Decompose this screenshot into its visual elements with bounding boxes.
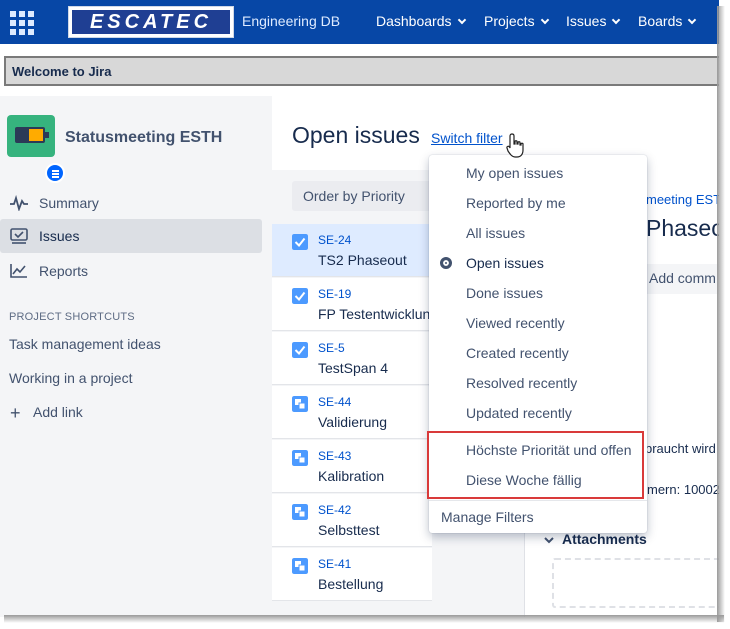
- issue-summary: Validierung: [318, 414, 388, 430]
- chart-icon: [10, 264, 27, 278]
- checkbox-task-icon: [292, 288, 308, 304]
- radio-selected-icon: [440, 257, 452, 269]
- issue-summary: Kalibration: [318, 468, 385, 484]
- description-text: mern: 10002: [647, 482, 719, 497]
- chevron-down-icon: [612, 15, 621, 25]
- project-badge-icon: [45, 163, 65, 183]
- nav-projects[interactable]: Projects: [484, 13, 549, 29]
- app-switcher-icon[interactable]: [8, 9, 34, 35]
- issue-summary: FP Testentwicklung: [318, 306, 439, 322]
- shortcut-link[interactable]: Working in a project: [9, 370, 132, 386]
- issue-key[interactable]: SE-5: [318, 341, 345, 355]
- top-navigation: ESCATEC Engineering DB Dashboards Projec…: [0, 0, 719, 44]
- order-by-button[interactable]: Order by Priority: [292, 181, 434, 211]
- issue-summary: TS2 Phaseout: [318, 252, 407, 268]
- nav-boards[interactable]: Boards: [638, 13, 697, 29]
- filter-done-issues[interactable]: Done issues: [466, 285, 543, 301]
- subtask-icon: [292, 504, 308, 520]
- filter-all-issues[interactable]: All issues: [466, 225, 525, 241]
- breadcrumb[interactable]: meeting ESTH: [646, 192, 719, 207]
- welcome-text: Welcome to Jira: [12, 64, 112, 79]
- filter-my-open-issues[interactable]: My open issues: [466, 165, 563, 181]
- subtask-icon: [292, 396, 308, 412]
- issue-summary: Bestellung: [318, 576, 384, 592]
- filter-resolved-recently[interactable]: Resolved recently: [466, 375, 577, 391]
- manage-filters-link[interactable]: Manage Filters: [441, 509, 534, 525]
- nav-issues-label: Issues: [566, 13, 607, 29]
- add-comment-label: Add comm: [649, 270, 716, 286]
- nav-dashboards[interactable]: Dashboards: [376, 13, 466, 29]
- issues-icon: [10, 228, 28, 244]
- issue-row[interactable]: SE-41 Bestellung: [272, 548, 432, 601]
- add-comment-button[interactable]: Add comm: [640, 264, 719, 294]
- filter-open-issues[interactable]: Open issues: [466, 255, 544, 271]
- issue-row[interactable]: SE-5 TestSpan 4: [272, 332, 432, 385]
- sidebar-item-label: Summary: [39, 195, 99, 211]
- issue-row[interactable]: SE-43 Kalibration: [272, 440, 432, 493]
- frame-shadow-bottom: [4, 615, 724, 623]
- issue-summary: Selbsttest: [318, 522, 380, 538]
- jira-window: ESCATEC Engineering DB Dashboards Projec…: [0, 0, 719, 617]
- issue-summary: TestSpan 4: [318, 360, 389, 376]
- order-by-label: Order by Priority: [303, 188, 405, 204]
- battery-cap-icon: [45, 132, 49, 138]
- frame-shadow-right: [717, 6, 725, 622]
- hand-cursor-icon: [506, 133, 524, 158]
- plus-icon[interactable]: +: [10, 404, 21, 422]
- menu-divider: [429, 500, 647, 501]
- sidebar-item-summary[interactable]: Summary: [0, 186, 262, 220]
- attachments-heading: Attachments: [562, 531, 647, 547]
- nav-dashboards-label: Dashboards: [376, 13, 452, 29]
- site-title[interactable]: Engineering DB: [242, 13, 340, 29]
- page-title: Open issues: [292, 122, 420, 148]
- issue-key[interactable]: SE-43: [318, 449, 351, 463]
- attachments-dropzone[interactable]: [552, 558, 719, 608]
- issue-row[interactable]: SE-42 Selbsttest: [272, 494, 432, 547]
- issue-row[interactable]: SE-44 Validierung: [272, 386, 432, 439]
- switch-filter-link[interactable]: Switch filter: [431, 130, 503, 146]
- shortcuts-heading: PROJECT SHORTCUTS: [9, 311, 135, 323]
- issue-key[interactable]: SE-44: [318, 395, 351, 409]
- filter-viewed-recently[interactable]: Viewed recently: [466, 315, 565, 331]
- sidebar-item-label: Reports: [39, 263, 89, 279]
- issue-title: Phaseo: [646, 215, 719, 241]
- project-name[interactable]: Statusmeeting ESTH: [65, 129, 222, 147]
- sidebar-item-issues[interactable]: Issues: [0, 219, 262, 253]
- project-avatar[interactable]: [7, 115, 65, 183]
- add-link-button[interactable]: Add link: [33, 404, 83, 420]
- battery-charge-icon: [29, 129, 43, 141]
- logo-text: ESCATEC: [72, 10, 230, 34]
- chevron-down-icon: [540, 15, 549, 25]
- issue-key[interactable]: SE-24: [318, 233, 351, 247]
- highlight-annotation: [427, 431, 644, 499]
- filter-reported-by-me[interactable]: Reported by me: [466, 195, 566, 211]
- description-text: braucht wird: [645, 441, 716, 456]
- chevron-down-icon[interactable]: [543, 534, 555, 546]
- company-logo[interactable]: ESCATEC: [68, 6, 234, 38]
- issue-row[interactable]: SE-19 FP Testentwicklung: [272, 278, 438, 331]
- filter-created-recently[interactable]: Created recently: [466, 345, 569, 361]
- checkbox-task-icon: [292, 234, 308, 250]
- project-sidebar: Statusmeeting ESTH Summary Issues Report…: [0, 96, 272, 617]
- welcome-banner: Welcome to Jira: [4, 56, 719, 86]
- sidebar-item-label: Issues: [39, 228, 80, 244]
- shortcut-link[interactable]: Task management ideas: [9, 336, 161, 352]
- chevron-down-icon: [457, 15, 466, 25]
- nav-boards-label: Boards: [638, 13, 683, 29]
- issue-key[interactable]: SE-19: [318, 287, 351, 301]
- sidebar-item-reports[interactable]: Reports: [0, 254, 262, 288]
- subtask-icon: [292, 558, 308, 574]
- pulse-icon: [10, 195, 28, 211]
- subtask-icon: [292, 450, 308, 466]
- nav-projects-label: Projects: [484, 13, 535, 29]
- issue-row[interactable]: SE-24 TS2 Phaseout: [272, 224, 432, 277]
- filter-updated-recently[interactable]: Updated recently: [466, 405, 572, 421]
- issue-key[interactable]: SE-42: [318, 503, 351, 517]
- nav-issues[interactable]: Issues: [566, 13, 621, 29]
- checkbox-task-icon: [292, 342, 308, 358]
- chevron-down-icon: [688, 15, 697, 25]
- issue-key[interactable]: SE-41: [318, 557, 351, 571]
